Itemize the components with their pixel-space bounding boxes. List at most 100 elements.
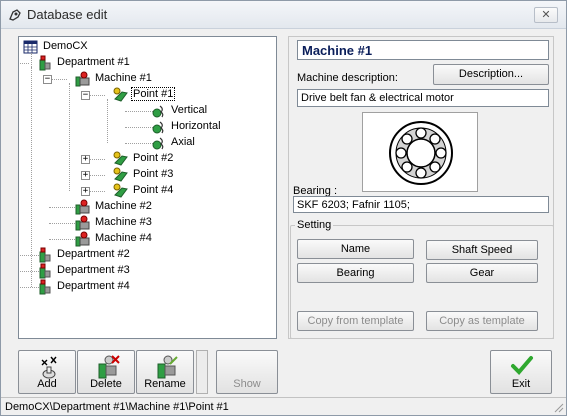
tree-item-label: Point #3: [133, 168, 174, 180]
status-bar: DemoCX\Department #1\Machine #1\Point #1: [1, 397, 566, 415]
close-button[interactable]: ✕: [534, 7, 558, 23]
machine-icon: [75, 199, 90, 215]
sensor-icon: [152, 121, 164, 134]
app-icon: [9, 9, 21, 21]
expand-toggle-icon[interactable]: +: [81, 155, 90, 164]
tree-connector: [19, 63, 29, 64]
tree-connector: [125, 111, 153, 112]
machine-icon: [75, 215, 90, 231]
database-tree[interactable]: DemoCX−Department #1−Machine #1−Point #1…: [18, 36, 277, 339]
tree-item[interactable]: Axial: [151, 135, 276, 151]
point-icon: [113, 87, 128, 102]
bearing-button[interactable]: Bearing: [297, 263, 414, 283]
tree-connector: [125, 127, 153, 128]
tree-root-label: DemoCX: [43, 40, 88, 52]
tree-connector: [31, 53, 32, 287]
tree-item[interactable]: Machine #2: [75, 199, 205, 215]
tree-item[interactable]: Machine #3: [75, 215, 205, 231]
tree-item[interactable]: Point #4: [113, 183, 243, 199]
bearing-image: [362, 112, 478, 192]
add-label: Add: [37, 378, 57, 390]
tree-connector: [19, 255, 39, 256]
setting-group-label: Setting: [295, 219, 334, 231]
sensor-icon: [152, 137, 164, 150]
tree-item[interactable]: Horizontal: [151, 119, 276, 135]
tree-root[interactable]: DemoCX: [23, 39, 143, 55]
tree-item-label: Department #2: [57, 248, 130, 260]
tree-item[interactable]: Department #2: [37, 247, 167, 263]
exit-label: Exit: [511, 378, 531, 390]
department-icon: [39, 263, 51, 279]
machine-title: Machine #1: [297, 40, 549, 60]
tree-connector: [49, 239, 77, 240]
tree-item-label: Department #1: [57, 56, 130, 68]
tree-item-label: Point #1: [131, 87, 176, 101]
window-title: Database edit: [27, 7, 108, 22]
expand-toggle-icon[interactable]: +: [81, 187, 90, 196]
tree-item[interactable]: Department #1: [37, 55, 167, 71]
tree-item[interactable]: Department #3: [37, 263, 167, 279]
bearing-diagram-icon: [389, 121, 453, 185]
close-icon: ✕: [541, 9, 551, 21]
rename-label: Rename: [144, 378, 186, 390]
gear-button[interactable]: Gear: [426, 263, 538, 283]
tree-connector: [49, 207, 77, 208]
collapse-toggle-icon[interactable]: −: [43, 75, 52, 84]
tree-item[interactable]: Department #4: [37, 279, 167, 295]
exit-button[interactable]: Exit: [490, 350, 552, 394]
delete-label: Delete: [90, 378, 122, 390]
delete-icon: [98, 355, 120, 379]
machine-description-label: Machine description:: [297, 72, 398, 84]
tree-item-label: Horizontal: [171, 120, 221, 132]
toolbar-separator: [196, 350, 208, 394]
tree-connector: [69, 83, 70, 191]
copy-from-template-button[interactable]: Copy from template: [297, 311, 414, 331]
department-icon: [39, 247, 51, 263]
sensor-icon: [152, 105, 164, 118]
tree-connector: [125, 143, 153, 144]
database-edit-window: Database edit ✕ DemoCX−Department #1−Mac…: [0, 0, 567, 416]
tree-item[interactable]: Machine #4: [75, 231, 205, 247]
tree-connector: [49, 223, 77, 224]
rename-icon: [157, 355, 178, 379]
add-button[interactable]: Add: [18, 350, 76, 394]
tree-item-label: Department #3: [57, 264, 130, 276]
tree-item-label: Point #2: [133, 152, 174, 164]
delete-button[interactable]: Delete: [77, 350, 135, 394]
machine-icon: [75, 71, 90, 87]
add-icon: [41, 356, 57, 379]
show-label: Show: [233, 378, 261, 390]
show-button[interactable]: Show: [216, 350, 278, 394]
tree-item[interactable]: Point #3: [113, 167, 243, 183]
machine-description-field[interactable]: Drive belt fan & electrical motor: [297, 89, 549, 107]
tree-connector: [19, 271, 39, 272]
tree-item[interactable]: Point #2: [113, 151, 243, 167]
department-icon: [39, 279, 51, 295]
machine-icon: [75, 231, 90, 247]
point-icon: [113, 183, 128, 198]
point-icon: [113, 167, 128, 182]
tree-item-label: Machine #2: [95, 200, 152, 212]
shaft-speed-button[interactable]: Shaft Speed: [426, 240, 538, 260]
collapse-toggle-icon[interactable]: −: [81, 91, 90, 100]
expand-toggle-icon[interactable]: +: [81, 171, 90, 180]
rename-button[interactable]: Rename: [136, 350, 194, 394]
tree-item-label: Point #4: [133, 184, 174, 196]
description-button[interactable]: Description...: [433, 64, 549, 85]
status-path: DemoCX\Department #1\Machine #1\Point #1: [5, 401, 229, 413]
point-icon: [113, 151, 128, 166]
bearing-field[interactable]: SKF 6203; Fafnir 1105;: [293, 196, 549, 213]
tree-item-label: Vertical: [171, 104, 208, 116]
department-icon: [39, 55, 51, 71]
tree-item-label: Machine #1: [95, 72, 152, 84]
tree-item[interactable]: Machine #1: [75, 71, 205, 87]
tree-item[interactable]: Vertical: [151, 103, 276, 119]
tree-connector: [19, 287, 39, 288]
name-button[interactable]: Name: [297, 239, 414, 259]
tree-item[interactable]: Point #1: [113, 87, 243, 103]
resize-grip-icon[interactable]: [552, 401, 564, 413]
tree-item-label: Machine #4: [95, 232, 152, 244]
tree-item-label: Axial: [171, 136, 195, 148]
tree-item-label: Machine #3: [95, 216, 152, 228]
copy-as-template-button[interactable]: Copy as template: [426, 311, 538, 331]
